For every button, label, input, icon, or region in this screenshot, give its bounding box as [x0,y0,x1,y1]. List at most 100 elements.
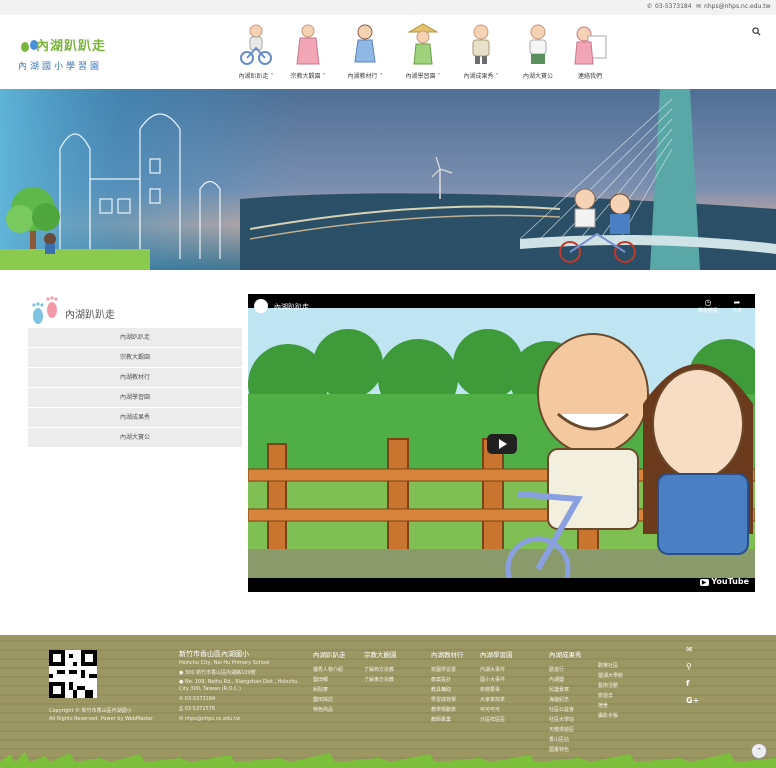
clock-icon: ◷ [704,298,712,307]
footer-column-5: 內湖成果秀 歐遊行 內湖鹽 民鹽景寫 海邊紀念 社區公益會 社區大學站 天龍漫遊… [549,649,582,755]
footer-link[interactable]: 校園學習書 [431,665,464,675]
footer-column-1: 內湖趴趴走 優秀人物介紹 鹽田鄉 蚵殼寮 鹽田採訪 特色商品 [313,649,346,715]
youtube-brand: YouTube [711,577,749,586]
footer-link[interactable]: 蚵殼寮 [313,685,346,695]
video-player[interactable]: 內湖趴趴走 ◷ 稍後觀看 ➦ 分享 ▶ YouTube [248,294,755,592]
footer-link[interactable]: 分區祥區區 [480,715,513,725]
watch-later-label: 稍後觀看 [698,308,719,314]
copyright-line-1: Copyright © 新竹市香山區內湖國小 [49,708,132,714]
footer-link[interactable]: 大家來找茶 [480,695,513,705]
sidebar-menu: 內湖趴趴走 宗教大觀園 內湖教材行 內湖學習園 內湖成果秀 內湖大寶公 [28,328,242,448]
nav-item-5[interactable]: 內湖成果秀 ˅ [451,15,511,89]
footer-link[interactable]: 海邊紀念 [549,695,582,705]
footer-link[interactable]: 歐遊行 [549,665,582,675]
footer-link[interactable]: 了解西方宗教 [364,665,397,675]
video-title[interactable]: 內湖趴趴走 [274,302,309,312]
footer-email[interactable]: ✉ nhps@nhps.nc.edu.tw [179,716,240,722]
sidebar-item[interactable]: 內湖教材行 [28,368,242,388]
sidebar-item[interactable]: 內湖學習園 [28,388,242,408]
address-en: ● No. 109, Neihu Rd., Xiangshan Dist., H… [179,679,298,685]
footer-link[interactable]: 校務要事 [480,685,513,695]
footer-phone-text: 03-5373184 [184,696,216,702]
footer-link[interactable]: 鹽田鄉 [313,675,346,685]
nav-item-6[interactable]: 內湖大寶公 [508,15,568,89]
footer-link[interactable]: 優秀人物介紹 [313,665,346,675]
grandma-icon [296,24,320,65]
search-icon[interactable] [752,27,761,39]
footer-link[interactable]: 教學規劃表 [431,705,464,715]
address-en-text: No. 109, Neihu Rd., Xiangshan Dist., Hsi… [184,679,298,685]
footer-link[interactable]: 學習成效單 [431,695,464,705]
footer-link[interactable]: 特色商品 [313,705,346,715]
chevron-down-icon: ˅ [268,73,274,80]
email-contact[interactable]: ✉ nhps@nhps.nc.edu.tw [696,3,771,10]
back-to-top-button[interactable]: ⌃ [751,743,767,759]
envelope-icon[interactable]: ✉ [686,645,693,654]
banner-illustration [0,89,776,270]
site-footer: Copyright © 新竹市香山區內湖國小 All Rights Reserv… [0,635,776,768]
old-man-icon [529,24,547,64]
share-button[interactable]: ➦ 分享 [732,298,742,314]
footer-link[interactable]: 國小大事件 [480,675,513,685]
nav-item-2[interactable]: 宗教大觀園 ˅ [278,15,338,89]
map-marker-icon[interactable]: ⚲ [686,662,692,671]
nav-item-1[interactable]: 內湖趴趴走 ˅ [226,15,286,89]
nav-label: 內湖教材行 ˅ [347,73,383,80]
site-logo[interactable]: 內湖趴趴走 內湖國小學習園 [18,35,138,75]
chevron-down-icon: ˅ [435,73,441,80]
farmer-icon [407,23,439,65]
footer-link[interactable]: 宿舍 [598,701,623,711]
youtube-logo[interactable]: ▶ YouTube [699,577,749,586]
nav-label: 內湖學習園 ˅ [405,73,441,80]
footprints-icon [32,296,58,324]
phone-contact[interactable]: ✆ 03-5373184 [647,3,692,10]
footer-column-title[interactable]: 內湖趴趴走 [313,649,346,659]
play-button[interactable] [487,434,517,454]
youtube-icon: ▶ [699,579,709,586]
footer-link[interactable]: 歡樂社區 [598,661,623,671]
footer-link[interactable]: 內湖鹽 [549,675,582,685]
footer-link[interactable]: 藝術活動 [598,681,623,691]
map-marker-icon: ● [179,679,184,685]
footer-link[interactable]: 社區公益會 [549,705,582,715]
footer-link[interactable]: 內湖大事件 [480,665,513,675]
footer-link[interactable]: 天龍漫遊區 [549,725,582,735]
channel-avatar[interactable] [254,299,268,313]
nav-item-7[interactable]: 連絡我們 [560,15,620,89]
footer-link[interactable]: 教具輔助 [431,685,464,695]
footer-link[interactable]: 民鹽景寫 [549,685,582,695]
footer-link[interactable]: 香山區站 [549,735,582,745]
google-plus-icon[interactable]: G+ [686,696,699,705]
envelope-icon: ✉ [179,716,184,722]
footer-link[interactable]: 可可可可 [480,705,513,715]
footer-column-2: 宗教大觀園 了解西方宗教 了解東方宗教 [364,649,397,685]
footer-column-3: 內湖教材行 校園學習書 教案設計 教具輔助 學習成效單 教學規劃表 教師專業 [431,649,464,725]
sidebar-item[interactable]: 宗教大觀園 [28,348,242,368]
phone-number: 03-5373184 [655,3,692,10]
footer-link[interactable]: 鹽湖大學館 [598,671,623,681]
footer-column-title[interactable]: 內湖教材行 [431,649,464,659]
nav-item-3[interactable]: 內湖教材行 ˅ [335,15,395,89]
share-icon: ➦ [733,298,741,307]
sidebar-item[interactable]: 內湖趴趴走 [28,328,242,348]
footer-link[interactable]: 了解東方宗教 [364,675,397,685]
email-address: nhps@nhps.nc.edu.tw [704,3,771,10]
logo-subtitle: 內湖國小學習園 [18,62,103,72]
address-en-line-2: City 300, Taiwan (R.O.C.) [179,686,241,692]
footer-link[interactable]: 旅遊去 [598,691,623,701]
sidebar-item[interactable]: 內湖大寶公 [28,428,242,448]
footer-column-title[interactable]: 內湖成果秀 [549,649,582,659]
footer-link[interactable]: 教師專業 [431,715,464,725]
sidebar-item[interactable]: 內湖成果秀 [28,408,242,428]
copyright-line-2[interactable]: All Rights Reserved. Power by WebMaster [49,716,153,722]
footer-link[interactable]: 社區大學站 [549,715,582,725]
nav-item-4[interactable]: 內湖學習園 ˅ [393,15,453,89]
footer-link[interactable]: 教案設計 [431,675,464,685]
footer-column-title[interactable]: 內湖學習園 [480,649,513,659]
footer-column-title[interactable]: 宗教大觀園 [364,649,397,659]
watch-later-button[interactable]: ◷ 稍後觀看 [698,298,718,314]
footer-link[interactable]: 攝影手帳 [598,711,623,721]
chevron-down-icon: ˅ [320,73,326,80]
footer-link[interactable]: 鹽田採訪 [313,695,346,705]
facebook-icon[interactable]: f [686,679,689,688]
